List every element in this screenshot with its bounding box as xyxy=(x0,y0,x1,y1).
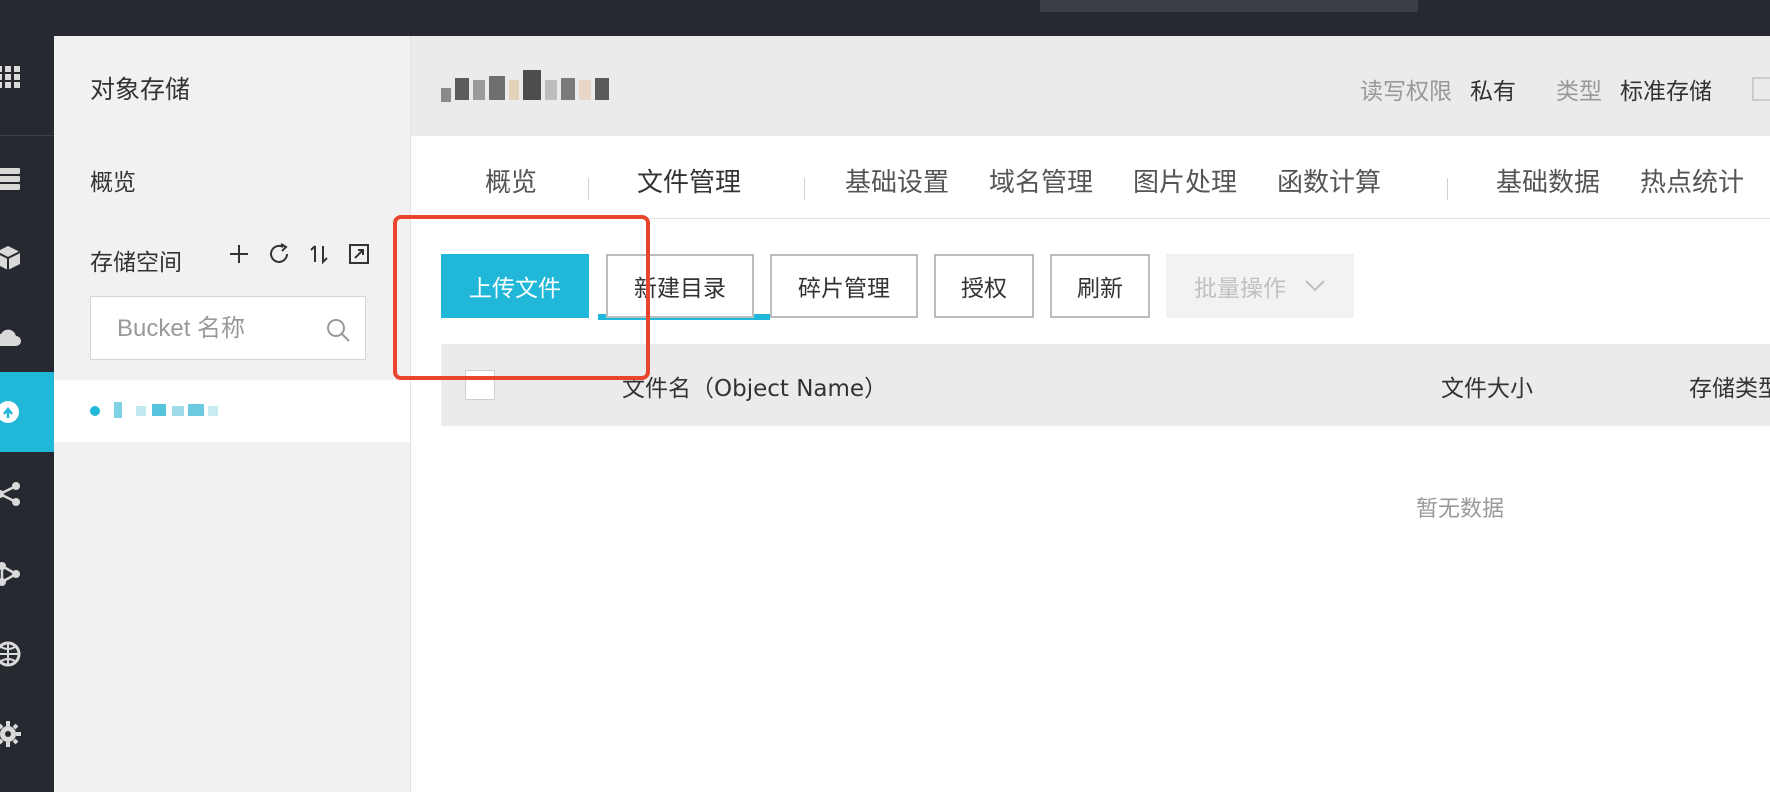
type-value: 标准存储 xyxy=(1620,79,1712,105)
bucket-search-input[interactable] xyxy=(115,311,319,347)
sidebar: 对象存储 概览 存储空间 xyxy=(54,36,411,792)
plus-icon[interactable] xyxy=(224,239,254,269)
permission-value: 私有 xyxy=(1470,79,1516,105)
bucket-title-redacted xyxy=(441,66,641,112)
upload-file-button[interactable]: 上传文件 xyxy=(441,254,589,318)
tab-file-management[interactable]: 文件管理 xyxy=(637,162,741,199)
product-rail xyxy=(0,36,54,792)
tab-basic-data[interactable]: 基础数据 xyxy=(1496,162,1600,199)
column-storage-type[interactable]: 存储类型 xyxy=(1689,369,1770,403)
sidebar-title: 对象存储 xyxy=(90,75,191,104)
settings-gear-icon[interactable] xyxy=(0,694,54,774)
tab-bar: 概览 文件管理 基础设置 域名管理 图片处理 函数计算 基础数据 热点统计 xyxy=(411,136,1770,320)
column-object-name[interactable]: 文件名（Object Name） xyxy=(622,369,887,403)
tab-function-compute[interactable]: 函数计算 xyxy=(1277,162,1381,199)
bucket-header: 读写权限 私有 类型 标准存储 xyxy=(411,36,1770,136)
batch-operations-label: 批量操作 xyxy=(1194,276,1286,302)
file-table-header: 文件名（Object Name） 文件大小 存储类型 xyxy=(441,344,1770,426)
bucket-meta: 读写权限 私有 类型 标准存储 xyxy=(1360,72,1770,106)
column-file-size[interactable]: 文件大小 xyxy=(1441,369,1533,403)
tab-hotspot-stats[interactable]: 热点统计 xyxy=(1640,162,1744,199)
search-icon[interactable] xyxy=(325,317,351,347)
share-icon[interactable] xyxy=(0,454,54,534)
cloud-icon[interactable] xyxy=(0,298,54,378)
server-icon[interactable] xyxy=(0,138,54,218)
expand-icon[interactable] xyxy=(344,239,374,269)
bucket-name-redacted xyxy=(114,398,226,422)
network-icon[interactable] xyxy=(0,534,54,614)
bucket-list-item[interactable] xyxy=(54,380,410,442)
refresh-button[interactable]: 刷新 xyxy=(1050,254,1150,318)
top-search-bar[interactable] xyxy=(1040,0,1418,12)
bucket-search xyxy=(90,296,366,360)
truncated-icon xyxy=(1752,77,1770,101)
permission-label: 读写权限 xyxy=(1360,79,1452,105)
sort-icon[interactable] xyxy=(304,239,334,269)
tab-domain-management[interactable]: 域名管理 xyxy=(989,162,1093,199)
apps-grid-icon[interactable] xyxy=(0,36,54,116)
batch-operations-dropdown[interactable]: 批量操作 xyxy=(1166,254,1354,318)
tab-basic-settings[interactable]: 基础设置 xyxy=(845,162,949,199)
tab-image-processing[interactable]: 图片处理 xyxy=(1133,162,1237,199)
main-content: 读写权限 私有 类型 标准存储 概览 文件管理 基础设置 域名管理 图片处理 函… xyxy=(411,36,1770,792)
globe-icon[interactable] xyxy=(0,614,54,694)
bucket-tools xyxy=(224,239,374,269)
bucket-status-dot xyxy=(90,406,100,416)
fragment-management-button[interactable]: 碎片管理 xyxy=(770,254,918,318)
top-bar xyxy=(0,0,1770,36)
chevron-down-icon xyxy=(1304,273,1326,299)
oss-icon[interactable] xyxy=(0,372,54,452)
package-icon[interactable] xyxy=(0,218,54,298)
storage-space-label: 存储空间 xyxy=(90,250,182,276)
select-all-checkbox[interactable] xyxy=(465,370,495,400)
refresh-icon[interactable] xyxy=(264,239,294,269)
type-label: 类型 xyxy=(1556,79,1602,105)
tab-overview[interactable]: 概览 xyxy=(485,162,537,199)
empty-state-text: 暂无数据 xyxy=(1416,497,1505,522)
sidebar-item-overview[interactable]: 概览 xyxy=(90,163,136,197)
new-directory-button[interactable]: 新建目录 xyxy=(606,254,754,318)
authorize-button[interactable]: 授权 xyxy=(934,254,1034,318)
